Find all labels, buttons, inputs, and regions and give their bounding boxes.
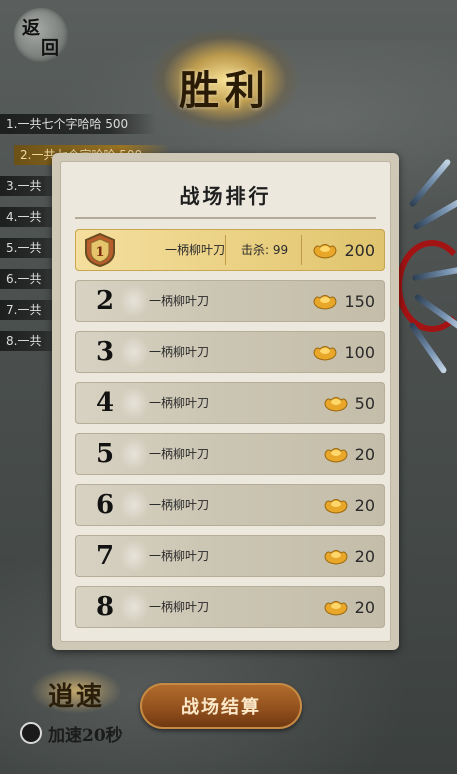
sword-decoration <box>392 158 457 380</box>
reward: 50 <box>323 382 375 424</box>
row-divider <box>225 235 226 265</box>
gold-ingot-icon <box>313 244 337 259</box>
player-name: 一柄柳叶刀 <box>149 498 210 512</box>
player-name: 一柄柳叶刀 <box>149 396 210 410</box>
ranking-panel: 战场排行 1 一柄柳叶刀 击杀: 99 200 2 一柄柳叶刀 150 3 一柄… <box>52 153 399 650</box>
brush-stroke <box>119 386 149 420</box>
sword-icon <box>412 195 457 231</box>
gold-ingot-icon <box>324 397 348 412</box>
gold-ingot-icon <box>313 295 337 310</box>
panel-title: 战场排行 <box>179 184 272 208</box>
gold-ingot-icon <box>324 601 348 616</box>
speed-up-label: 加速20秒 <box>48 725 123 746</box>
reward-amount: 20 <box>354 546 375 566</box>
reward-amount: 20 <box>354 444 375 464</box>
back-button[interactable]: 返 回 <box>14 8 68 62</box>
reward: 150 <box>312 280 375 322</box>
reward-amount: 150 <box>344 291 375 311</box>
ranking-row-4: 4 一柄柳叶刀 50 <box>75 382 385 424</box>
kill-label: 击杀: <box>241 243 270 257</box>
ranking-row-5: 5 一柄柳叶刀 20 <box>75 433 385 475</box>
kill-count: 击杀: 99 <box>241 229 288 271</box>
back-char-2: 回 <box>41 38 59 59</box>
brush-stroke <box>119 335 149 369</box>
speed-badge[interactable]: 逍速 <box>30 668 122 714</box>
reward-amount: 50 <box>354 393 375 413</box>
reward: 200 <box>312 229 375 271</box>
gold-ingot-icon <box>313 346 337 361</box>
speed-up-tip[interactable]: 加速20秒 <box>20 722 123 746</box>
ranking-row-6: 6 一柄柳叶刀 20 <box>75 484 385 526</box>
sword-icon <box>408 158 452 208</box>
reward: 20 <box>323 586 375 628</box>
player-name: 一柄柳叶刀 <box>149 345 210 359</box>
player-name: 一柄柳叶刀 <box>149 294 210 308</box>
reward: 20 <box>323 433 375 475</box>
reward-amount: 20 <box>354 495 375 515</box>
brush-stroke <box>119 284 149 318</box>
ranking-row-3: 3 一柄柳叶刀 100 <box>75 331 385 373</box>
brush-stroke <box>119 539 149 573</box>
battle-settle-label: 战场结算 <box>181 697 261 718</box>
brush-stroke <box>119 488 149 522</box>
title-divider <box>75 217 376 219</box>
gold-ingot-icon <box>324 448 348 463</box>
ranking-panel-inner: 战场排行 1 一柄柳叶刀 击杀: 99 200 2 一柄柳叶刀 150 3 一柄… <box>60 161 391 642</box>
battle-settle-button[interactable]: 战场结算 <box>140 683 302 729</box>
reward-amount: 100 <box>344 342 375 362</box>
player-name: 一柄柳叶刀 <box>165 243 226 257</box>
reward: 20 <box>323 484 375 526</box>
ranking-row-2: 2 一柄柳叶刀 150 <box>75 280 385 322</box>
ranking-row-7: 7 一柄柳叶刀 20 <box>75 535 385 577</box>
gold-ingot-icon <box>324 499 348 514</box>
ranking-row-1: 1 一柄柳叶刀 击杀: 99 200 <box>75 229 385 271</box>
svg-text:1: 1 <box>95 245 104 260</box>
reward-amount: 200 <box>344 240 375 260</box>
gold-ingot-icon <box>324 550 348 565</box>
row-divider <box>301 235 302 265</box>
victory-title: 胜利 <box>179 67 271 114</box>
player-name: 一柄柳叶刀 <box>149 549 210 563</box>
notification-item: 1.一共七个字哈哈 500 <box>0 114 156 134</box>
reward: 100 <box>312 331 375 373</box>
reward: 20 <box>323 535 375 577</box>
reward-amount: 20 <box>354 597 375 617</box>
ranking-row-8: 8 一柄柳叶刀 20 <box>75 586 385 628</box>
victory-emblem: 胜利 <box>152 30 298 130</box>
rank-1-badge-icon: 1 <box>85 232 115 268</box>
brush-stroke <box>119 437 149 471</box>
kill-value: 99 <box>272 243 289 257</box>
player-name: 一柄柳叶刀 <box>149 447 210 461</box>
player-name: 一柄柳叶刀 <box>149 600 210 614</box>
back-char-1: 返 <box>22 18 40 39</box>
brush-stroke <box>119 590 149 624</box>
video-play-icon <box>20 722 42 744</box>
speed-badge-label: 逍速 <box>47 682 104 712</box>
